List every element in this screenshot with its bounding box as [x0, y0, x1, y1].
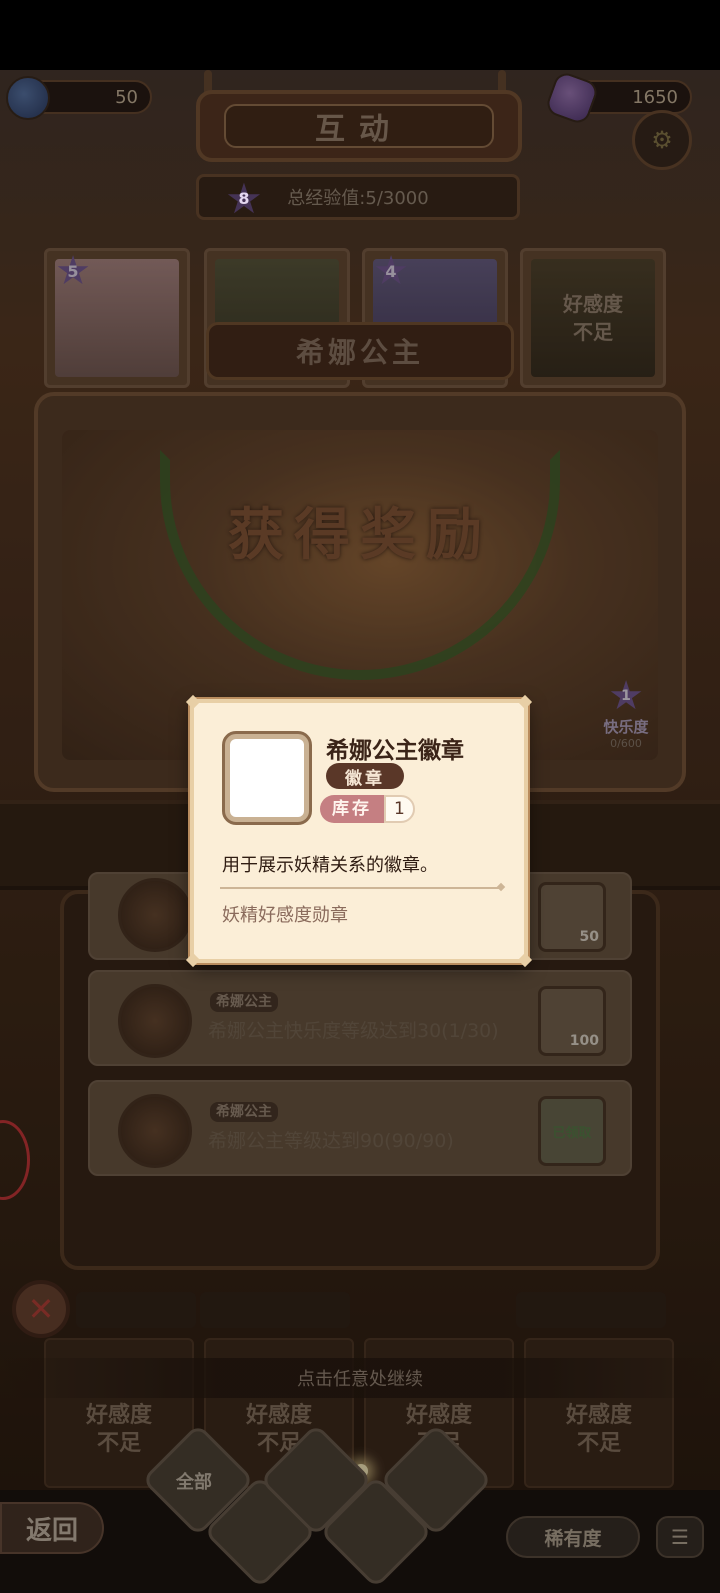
back-button[interactable]: 返回 — [0, 1502, 104, 1554]
gem-icon — [543, 70, 601, 127]
status-bar — [0, 0, 720, 70]
task-avatar — [118, 1094, 192, 1168]
task-tag: 希娜公主 — [210, 1102, 278, 1122]
task-reward-claimed: 已领取 — [538, 1096, 606, 1166]
stock-label: 库存 — [320, 795, 384, 823]
side-menu-icon[interactable] — [0, 1120, 30, 1200]
item-info-popup: 希娜公主徽章 徽章 库存 1 用于展示妖精关系的徽章。 妖精好感度勋章 — [185, 694, 533, 968]
fairy-name-plaque: 希娜公主 — [206, 322, 514, 380]
divider — [220, 887, 500, 889]
task-description: 希娜公主等级达到90(90/90) — [208, 1130, 454, 1152]
task-row[interactable]: 希娜公主 希娜公主等级达到90(90/90) 已领取 — [88, 1080, 632, 1176]
star-coin-icon — [6, 76, 50, 120]
fairy-card[interactable]: 好感度 不足 — [520, 248, 666, 388]
settings-icon: ⚙ — [651, 126, 673, 154]
low-favor-label: 好感度 不足 — [563, 292, 623, 344]
settings-button[interactable]: ⚙ — [632, 110, 692, 170]
stock-count: 1 — [384, 795, 415, 823]
star-coin-counter: 50 — [6, 76, 152, 120]
page-title: 互动 — [224, 104, 494, 148]
happiness-label: 快乐度 — [603, 718, 649, 736]
close-button[interactable]: ✕ — [12, 1280, 70, 1338]
fairy-card[interactable]: 5 — [44, 248, 190, 388]
list-sort-icon[interactable]: ☰ — [656, 1516, 704, 1558]
task-avatar — [118, 984, 192, 1058]
task-avatar — [118, 878, 192, 952]
happiness-value: 0/600 — [610, 737, 642, 750]
xp-level-star-icon: 8 — [225, 174, 263, 223]
task-description: 希娜公主快乐度等级达到30(1/30) — [208, 1020, 499, 1042]
gem-counter: 1650 — [543, 70, 692, 127]
low-favor-label: 好感度不足 — [565, 1403, 632, 1456]
item-icon-frame — [222, 731, 312, 825]
gem-value: 1650 — [632, 86, 678, 108]
back-label: 返回 — [25, 1515, 78, 1546]
task-reward-crystal-icon[interactable]: 100 — [538, 986, 606, 1056]
filter-all-label: 全部 — [176, 1472, 212, 1493]
happiness-star-icon: 1 — [606, 673, 646, 719]
title-plaque: 互动 — [196, 90, 522, 162]
total-xp-bar: 8 总经验值:5/3000 — [196, 174, 520, 223]
item-subtext: 妖精好感度勋章 — [222, 905, 348, 926]
item-type-badge: 徽章 — [326, 763, 404, 789]
rating-stars — [200, 1292, 350, 1328]
sort-rarity-button[interactable]: 稀有度 — [506, 1516, 640, 1558]
total-xp-text: 总经验值:5/3000 — [287, 188, 429, 209]
close-icon: ✕ — [27, 1290, 55, 1328]
rating-stars — [516, 1292, 666, 1328]
task-row[interactable]: 希娜公主 希娜公主快乐度等级达到30(1/30) 100 — [88, 970, 632, 1066]
reward-banner-title: 获得奖励 — [228, 502, 492, 568]
item-name: 希娜公主徽章 — [326, 738, 464, 764]
fairy-level-star-icon: 4 — [371, 251, 411, 294]
task-reward-crystal-icon[interactable]: 50 — [538, 882, 606, 952]
stock-indicator: 库存 1 — [320, 795, 415, 823]
tap-to-continue-hint[interactable]: 点击任意处继续 — [0, 1358, 720, 1398]
item-description: 用于展示妖精关系的徽章。 — [222, 855, 438, 876]
task-tag: 希娜公主 — [210, 992, 278, 1012]
star-coin-value: 50 — [115, 86, 138, 108]
fairy-level-star-icon: 5 — [53, 251, 93, 294]
badge-item-icon — [230, 739, 304, 817]
rating-stars — [76, 1292, 196, 1328]
happiness-badge: 1 快乐度 0/600 — [586, 673, 666, 766]
